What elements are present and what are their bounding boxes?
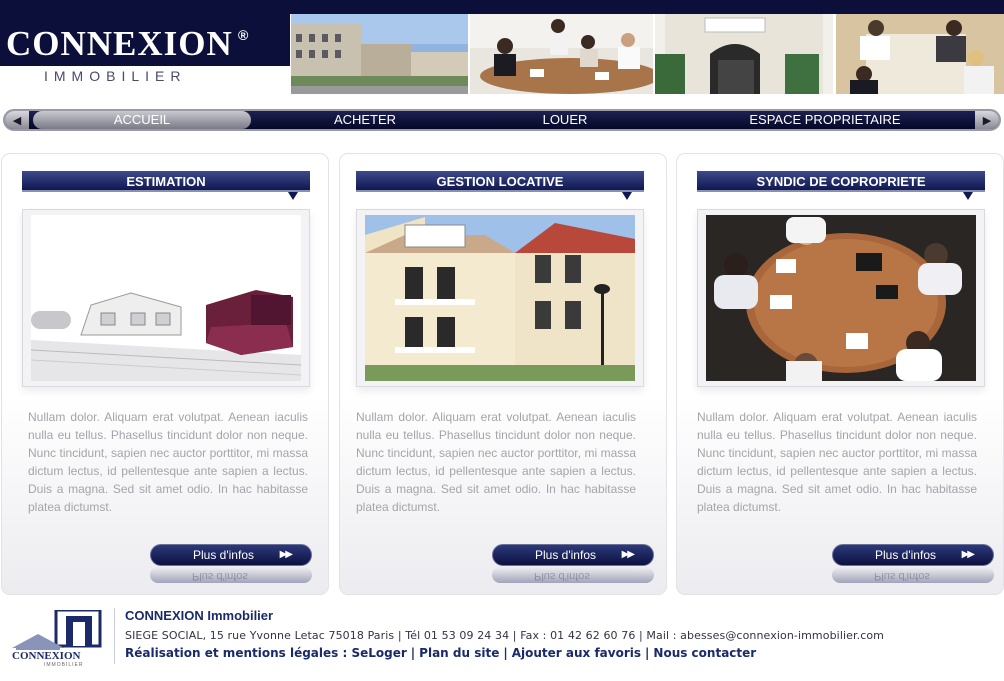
panel-image-syndic (697, 209, 985, 387)
nav-item-acheter[interactable]: ACHETER (305, 111, 425, 129)
main-navigation: ◀ ACCUEIL ACHETER LOUER ESPACE PROPRIETA… (3, 109, 1001, 131)
logo-subtitle: IMMOBILIER (44, 68, 187, 84)
footer-links: Réalisation et mentions légales : SeLoge… (125, 646, 756, 660)
nav-left-arrow-icon[interactable]: ◀ (5, 111, 29, 129)
title-pointer-icon (622, 192, 632, 200)
panel-title: ESTIMATION (22, 171, 310, 192)
header-photo-building-entrance (655, 14, 833, 94)
footer-link-seloger[interactable]: SeLoger (351, 646, 406, 660)
footer-link-ajouter-favoris[interactable]: Ajouter aux favoris (512, 646, 641, 660)
footer-link-plan-du-site[interactable]: Plan du site (419, 646, 499, 660)
footer-company-name: CONNEXION Immobilier (125, 608, 274, 623)
separator: | (410, 646, 416, 660)
more-info-button[interactable]: Plus d'infos ▶▶ (832, 544, 994, 566)
panel-gestion-locative: GESTION LOCATIVE Nullam dolor. Aliquam e… (339, 153, 667, 595)
title-pointer-icon (288, 192, 298, 200)
nav-right-arrow-icon[interactable]: ▶ (975, 111, 999, 129)
footer-address: SIEGE SOCIAL, 15 rue Yvonne Letac 75018 … (125, 629, 884, 642)
nav-item-louer[interactable]: LOUER (505, 111, 625, 129)
header-photo-team-work (836, 14, 1004, 94)
panel-description: Nullam dolor. Aliquam erat volutpat. Aen… (28, 410, 308, 514)
footer-links-prefix[interactable]: Réalisation et mentions légales : (125, 646, 351, 660)
registered-mark: ® (238, 27, 249, 43)
more-info-label: Plus d'infos (535, 548, 596, 562)
panel-image-gestion-locative (356, 209, 644, 387)
logo-title: CONNEXION (6, 24, 233, 63)
panel-estimation: ESTIMATION Nullam dolor. Aliquam erat vo… (1, 153, 329, 595)
panel-syndic-copropriete: SYNDIC DE COPROPRIETE Nullam dolor. Aliq… (676, 153, 1004, 595)
footer-link-nous-contacter[interactable]: Nous contacter (653, 646, 756, 660)
fast-forward-icon: ▶▶ (279, 549, 293, 560)
logo-block[interactable]: CONNEXION ® (0, 0, 290, 66)
panel-description: Nullam dolor. Aliquam erat volutpat. Aen… (697, 410, 977, 514)
separator: | (645, 646, 650, 660)
button-reflection: Plus d'infos (150, 567, 312, 583)
more-info-button[interactable]: Plus d'infos ▶▶ (492, 544, 654, 566)
more-info-button[interactable]: Plus d'infos ▶▶ (150, 544, 312, 566)
footer-logo[interactable]: CONNEXION IMMOBILIER (10, 608, 106, 668)
more-info-label: Plus d'infos (875, 548, 936, 562)
button-reflection: Plus d'infos (832, 567, 994, 583)
panel-title: GESTION LOCATIVE (356, 171, 644, 192)
panel-description: Nullam dolor. Aliquam erat volutpat. Aen… (356, 410, 636, 514)
header-photo-paris-buildings (291, 14, 468, 94)
footer-logo-text: CONNEXION (12, 650, 81, 662)
separator: | (503, 646, 508, 660)
title-pointer-icon (963, 192, 973, 200)
fast-forward-icon: ▶▶ (961, 549, 975, 560)
footer-logo-subtitle: IMMOBILIER (44, 662, 84, 668)
header-photo-meeting (470, 14, 653, 94)
panel-title: SYNDIC DE COPROPRIETE (697, 171, 985, 192)
footer-divider (114, 608, 115, 664)
nav-item-accueil[interactable]: ACCUEIL (33, 111, 251, 129)
fast-forward-icon: ▶▶ (621, 549, 635, 560)
button-reflection: Plus d'infos (492, 567, 654, 583)
more-info-label: Plus d'infos (193, 548, 254, 562)
site-header: CONNEXION ® IMMOBILIER (0, 0, 1004, 96)
panel-image-estimation (22, 209, 310, 387)
nav-item-espace-proprietaire[interactable]: ESPACE PROPRIETAIRE (725, 111, 925, 129)
